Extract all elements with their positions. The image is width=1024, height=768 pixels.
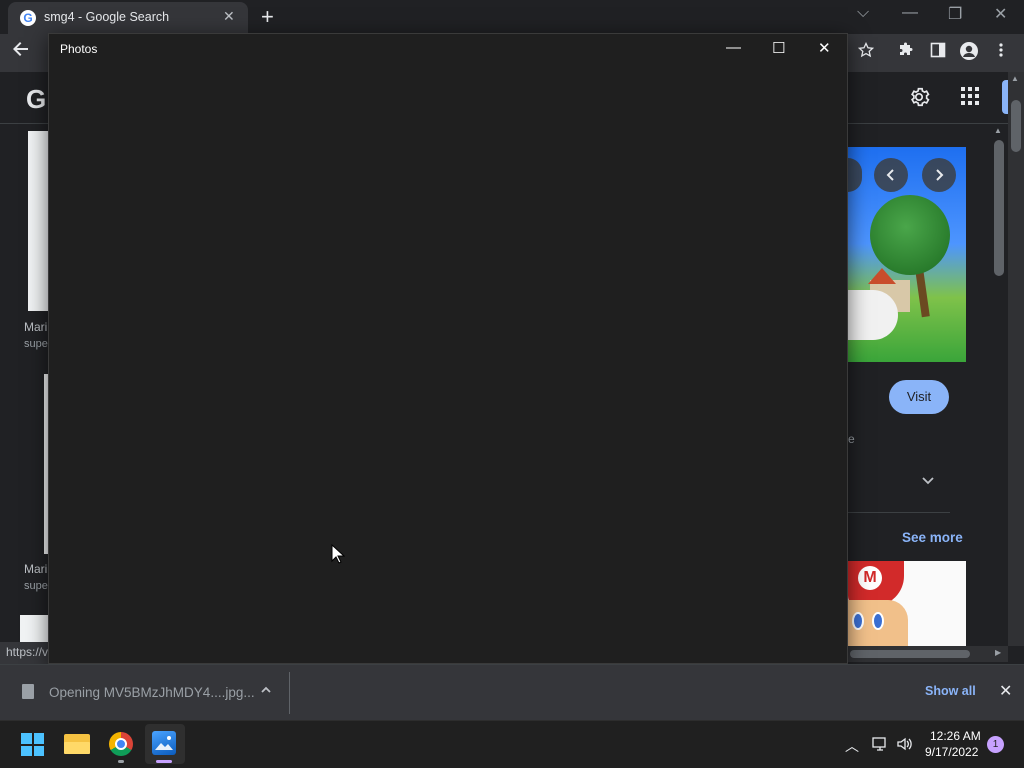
chrome-icon-center [115, 738, 127, 750]
see-more-link[interactable]: See more [902, 530, 963, 545]
scroll-right-arrow-icon[interactable]: ▶ [995, 648, 1001, 657]
image-result-thumbnail[interactable] [20, 615, 48, 645]
panel-scrollbar-thumb[interactable] [994, 140, 1004, 276]
preview-image-cloud [848, 290, 898, 340]
mario-cap-logo: M [858, 566, 882, 590]
photos-minimize-button[interactable]: — [726, 39, 741, 56]
image-result-thumbnail[interactable] [28, 131, 48, 311]
profile-icon[interactable] [960, 42, 978, 60]
browser-restore-button[interactable]: ❐ [948, 4, 962, 24]
file-icon [22, 684, 34, 699]
photos-maximize-button[interactable]: ☐ [772, 39, 785, 57]
kebab-menu-icon[interactable] [998, 42, 1004, 63]
panel-partial-text: e [848, 432, 855, 446]
panel-divider [848, 512, 950, 513]
photos-window-title: Photos [60, 42, 98, 56]
browser-tab[interactable]: G smg4 - Google Search ✕ [8, 2, 248, 34]
page-scrollbar[interactable] [1008, 72, 1024, 646]
chrome-running-indicator [118, 760, 124, 763]
image-result-title[interactable]: Mari [24, 562, 47, 576]
image-result-title[interactable]: Mari [24, 320, 47, 334]
sidebar-icon[interactable] [930, 42, 946, 63]
puzzle-icon[interactable] [898, 42, 914, 63]
browser-close-button[interactable]: ✕ [994, 4, 1007, 24]
notification-badge[interactable]: 1 [987, 736, 1004, 753]
file-explorer-icon-front [64, 742, 90, 754]
clock-time[interactable]: 12:26 AM [930, 729, 981, 743]
preview-image-tree [870, 195, 950, 275]
show-all-downloads-button[interactable]: Show all [925, 684, 976, 698]
star-icon[interactable] [857, 41, 875, 63]
google-apps-icon[interactable] [960, 86, 980, 112]
settings-gear-icon[interactable] [908, 86, 930, 114]
carousel-prev-icon[interactable] [874, 158, 908, 192]
mario-eye [852, 612, 864, 630]
mouse-cursor-icon [331, 543, 346, 569]
back-arrow-icon[interactable] [12, 40, 30, 63]
tab-close-icon[interactable]: ✕ [223, 8, 235, 25]
page-scroll-up-arrow-icon[interactable]: ▲ [1011, 74, 1019, 83]
image-result-source: supe [24, 338, 48, 350]
carousel-next-icon[interactable] [922, 158, 956, 192]
clock-date[interactable]: 9/17/2022 [925, 745, 978, 759]
browser-minimize-button[interactable]: — [902, 4, 918, 22]
download-options-chevron-icon[interactable] [259, 683, 273, 700]
photos-active-indicator [156, 760, 172, 763]
windows-start-icon[interactable] [21, 733, 44, 756]
horizontal-scrollbar-thumb[interactable] [850, 650, 970, 658]
download-item-label[interactable]: Opening MV5BMzJhMDY4....jpg... [49, 685, 255, 700]
photos-app-window[interactable] [48, 33, 848, 664]
tray-overflow-chevron-icon[interactable]: ︿ [845, 736, 859, 756]
downloads-divider [289, 672, 290, 714]
new-tab-button[interactable]: + [261, 4, 274, 30]
scroll-up-arrow-icon[interactable]: ▲ [994, 126, 1002, 135]
photos-close-button[interactable]: ✕ [818, 39, 831, 57]
google-logo[interactable]: G [26, 84, 46, 115]
close-downloads-bar-button[interactable]: ✕ [999, 681, 1012, 701]
page-scrollbar-thumb[interactable] [1011, 100, 1021, 152]
google-favicon-icon: G [20, 10, 36, 26]
network-icon[interactable] [871, 736, 889, 755]
tab-title: smg4 - Google Search [44, 10, 170, 24]
photos-app-icon [152, 731, 176, 755]
image-result-source: supe [24, 580, 48, 592]
mario-eye [872, 612, 884, 630]
chevron-down-icon[interactable] [920, 472, 936, 493]
volume-icon[interactable] [896, 736, 914, 755]
tab-search-chevron-icon[interactable]: ⌵ [857, 4, 869, 22]
visit-button[interactable]: Visit [889, 380, 949, 414]
